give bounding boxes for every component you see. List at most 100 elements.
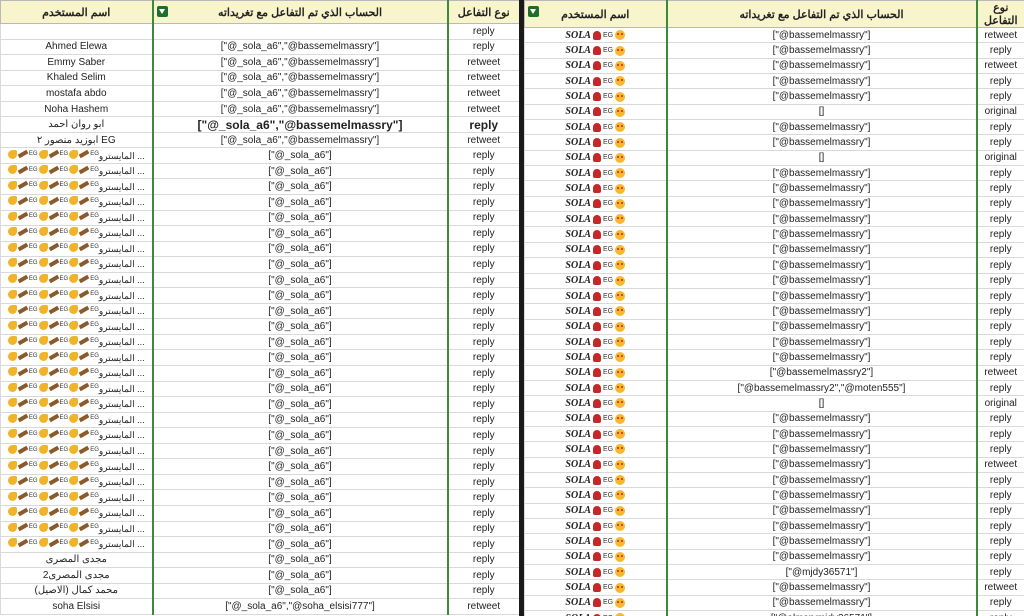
interaction-type-cell[interactable]: reply: [976, 42, 1024, 59]
username-cell[interactable]: SOLAEG: [524, 226, 667, 243]
interaction-type-cell[interactable]: reply: [976, 287, 1024, 305]
table-row[interactable]: mostafa abdo ["@_sola_a6","@bassemelmassr…: [0, 85, 519, 102]
username-cell[interactable]: SOLAEG: [524, 610, 667, 616]
account-cell[interactable]: ["@_sola_a6"]: [151, 271, 449, 289]
account-cell[interactable]: ["@_sola_a6","@bassemelmassry"]: [151, 85, 449, 102]
interaction-type-cell[interactable]: reply: [447, 178, 519, 196]
username-cell[interactable]: EG EG EG المايسترو ...: [0, 271, 153, 289]
table-row[interactable]: SOLA EG ["@bassemelmassry"] reply: [524, 226, 1024, 243]
account-cell[interactable]: ["@_sola_a6"]: [151, 318, 449, 335]
username-cell[interactable]: EG EG EG المايسترو ...: [0, 520, 153, 538]
header-account[interactable]: الحساب الذي تم التفاعل مع تغريداته: [665, 0, 978, 28]
account-cell[interactable]: ["@_sola_a6","@bassemelmassry"]: [151, 131, 449, 149]
username-cell[interactable]: EG EG EG المايسترو ...: [0, 489, 153, 506]
account-cell[interactable]: []: [665, 149, 978, 167]
account-cell[interactable]: ["@_sola_a6"]: [151, 209, 449, 227]
interaction-type-cell[interactable]: reply: [976, 610, 1024, 616]
interaction-type-cell[interactable]: reply: [447, 147, 519, 164]
interaction-type-cell[interactable]: reply: [447, 442, 519, 460]
account-cell[interactable]: ["@bassemelmassry"]: [665, 119, 978, 136]
account-cell[interactable]: ["@bassemelmassry"]: [665, 257, 978, 274]
username-cell[interactable]: EG EG EG المايسترو ...: [0, 333, 153, 351]
table-row[interactable]: SOLA EG ["@bassemelmassry"] reply: [524, 119, 1024, 136]
username-cell[interactable]: soha Elsisi: [0, 598, 153, 615]
interaction-type-cell[interactable]: retweet: [447, 54, 519, 71]
interaction-type-cell[interactable]: reply: [976, 195, 1024, 213]
table-row[interactable]: SOLA EG ["@bassemelmassry"] reply: [524, 287, 1024, 305]
username-cell[interactable]: SOLAEG: [524, 211, 667, 228]
table-row[interactable]: EG EG EG المايسترو ... ["@_sola_a6"] reply: [0, 287, 519, 304]
account-cell[interactable]: ["@_sola_a6"]: [151, 302, 449, 320]
username-cell[interactable]: SOLAEG: [524, 42, 667, 59]
table-row[interactable]: SOLA EG ["@bassemelmassry"] retweet: [524, 579, 1024, 596]
interaction-type-cell[interactable]: reply: [976, 349, 1024, 366]
account-cell[interactable]: []: [665, 103, 978, 121]
interaction-type-cell[interactable]: reply: [447, 209, 519, 227]
account-cell[interactable]: ["@_sola_a6"]: [151, 162, 449, 180]
account-cell[interactable]: ["@bassemelmassry"]: [665, 241, 978, 259]
table-row[interactable]: SOLA EG ["@bassemelmassry"] reply: [524, 487, 1024, 504]
account-cell[interactable]: ["@bassemelmassry"]: [665, 57, 978, 75]
interaction-type-cell[interactable]: retweet: [976, 57, 1024, 75]
username-cell[interactable]: mostafa abdo: [0, 85, 153, 102]
table-row[interactable]: EG EG EG المايسترو ... ["@_sola_a6"] reply: [0, 162, 519, 180]
account-cell[interactable]: ["@bassemelmassry"]: [665, 441, 978, 458]
account-cell[interactable]: ["@_sola_a6"]: [151, 489, 449, 506]
table-row[interactable]: SOLA EG ["@bassemelmassry"] reply: [524, 134, 1024, 151]
interaction-type-cell[interactable]: reply: [447, 536, 519, 553]
table-row[interactable]: EG EG EG المايسترو ... ["@_sola_a6"] reply: [0, 349, 519, 367]
table-row[interactable]: SOLAEG["@almsrymjdy36571"]reply: [524, 610, 1024, 616]
account-cell[interactable]: ["@_sola_a6"]: [151, 178, 449, 196]
account-cell[interactable]: ["@_sola_a6"]: [151, 536, 449, 553]
account-cell[interactable]: ["@bassemelmassry"]: [665, 425, 978, 443]
interaction-type-cell[interactable]: reply: [976, 487, 1024, 504]
username-cell[interactable]: SOLAEG: [524, 257, 667, 274]
interaction-type-cell[interactable]: reply: [447, 396, 519, 413]
interaction-type-cell[interactable]: reply: [447, 240, 519, 258]
username-cell[interactable]: SOLAEG: [524, 379, 667, 397]
account-cell[interactable]: ["@bassemelmassry"]: [665, 73, 978, 90]
interaction-type-cell[interactable]: reply: [976, 379, 1024, 397]
interaction-type-cell[interactable]: reply: [447, 23, 519, 40]
username-cell[interactable]: SOLAEG: [524, 26, 667, 44]
table-row[interactable]: EG EG EG المايسترو ... ["@_sola_a6"] reply: [0, 333, 519, 351]
table-row[interactable]: SOLA EG [] original: [524, 149, 1024, 167]
account-cell[interactable]: ["@bassemelmassry"]: [665, 533, 978, 550]
username-cell[interactable]: SOLAEG: [524, 594, 667, 612]
username-cell[interactable]: SOLAEG: [524, 502, 667, 520]
table-row[interactable]: SOLA EG ["@bassemelmassry"] reply: [524, 318, 1024, 335]
interaction-type-cell[interactable]: reply: [447, 504, 519, 522]
interaction-type-cell[interactable]: reply: [976, 564, 1024, 581]
account-cell[interactable]: ["@_sola_a6","@bassemelmassry"]: [151, 69, 449, 87]
username-cell[interactable]: SOLAEG: [524, 425, 667, 443]
header-username[interactable]: اسم المستخدم: [524, 0, 667, 28]
account-cell[interactable]: ["@_sola_a6"]: [151, 442, 449, 460]
interaction-type-cell[interactable]: reply: [447, 116, 519, 133]
table-row[interactable]: SOLA EG ["@bassemelmassry"] reply: [524, 257, 1024, 274]
interaction-type-cell[interactable]: retweet: [976, 26, 1024, 44]
table-row[interactable]: SOLA EG ["@bassemelmassry"] reply: [524, 272, 1024, 289]
interaction-type-cell[interactable]: reply: [447, 411, 519, 429]
table-row[interactable]: soha Elsisi ["@_sola_a6","@soha_elsisi777…: [0, 598, 519, 615]
interaction-type-cell[interactable]: original: [976, 149, 1024, 167]
username-cell[interactable]: SOLAEG: [524, 180, 667, 197]
interaction-type-cell[interactable]: retweet: [976, 364, 1024, 381]
table-row[interactable]: SOLA EG ["@bassemelmassry"] reply: [524, 410, 1024, 427]
username-cell[interactable]: Ahmed Elewa: [0, 38, 153, 56]
account-cell[interactable]: ["@_sola_a6"]: [151, 520, 449, 538]
table-row[interactable]: EG EG EG المايسترو ... ["@_sola_a6"] reply: [0, 302, 519, 320]
table-row[interactable]: مجدى المصرى2 ["@_sola_a6"] reply: [0, 567, 519, 584]
username-cell[interactable]: SOLAEG: [524, 517, 667, 535]
username-cell[interactable]: مجدى المصرى2: [0, 567, 153, 584]
interaction-type-cell[interactable]: reply: [976, 333, 1024, 351]
account-cell[interactable]: ["@_sola_a6"]: [151, 349, 449, 367]
table-row[interactable]: SOLA EG ["@bassemelmassry"] reply: [524, 533, 1024, 550]
interaction-type-cell[interactable]: reply: [976, 471, 1024, 489]
table-row[interactable]: Khaled Selim ["@_sola_a6","@bassemelmassr…: [0, 69, 519, 87]
username-cell[interactable]: EG EG EG المايسترو ...: [0, 504, 153, 522]
interaction-type-cell[interactable]: reply: [976, 441, 1024, 458]
table-row[interactable]: reply: [0, 23, 519, 40]
account-cell[interactable]: ["@_sola_a6"]: [151, 427, 449, 444]
account-cell[interactable]: ["@_sola_a6"]: [151, 333, 449, 351]
table-row[interactable]: SOLA EG ["@bassemelmassry"] reply: [524, 241, 1024, 259]
